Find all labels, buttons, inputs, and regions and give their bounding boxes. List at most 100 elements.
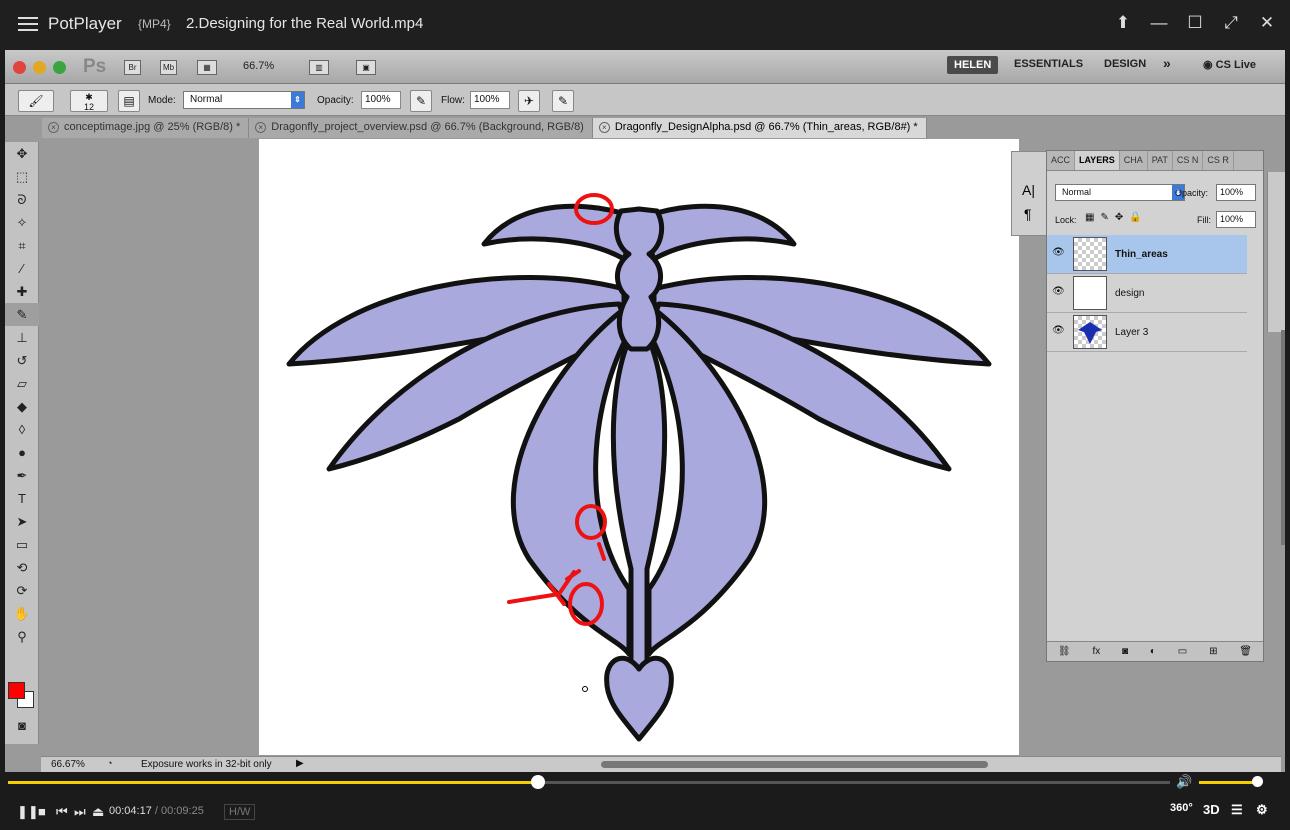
menu-icon[interactable] — [18, 14, 38, 34]
new-layer-icon[interactable]: ⊞ — [1209, 646, 1217, 657]
more-workspaces-icon[interactable]: » — [1163, 55, 1171, 71]
3d-button[interactable]: 3D — [1203, 802, 1220, 817]
seek-handle[interactable] — [530, 775, 545, 789]
new-group-icon[interactable]: ▭ — [1178, 646, 1187, 657]
path-select-tool-icon[interactable]: ➤ — [5, 510, 39, 533]
quick-mask-icon[interactable]: ◙ — [5, 714, 39, 737]
volume-handle[interactable] — [1251, 776, 1263, 787]
shape-tool-icon[interactable]: ▭ — [5, 533, 39, 556]
brush-panel-icon[interactable]: ▤ — [118, 90, 140, 112]
pen-tool-icon[interactable]: ✒ — [5, 464, 39, 487]
layer-opacity-input[interactable]: 100% — [1216, 184, 1256, 201]
horizontal-scrollbar[interactable] — [601, 761, 988, 768]
document-canvas[interactable] — [259, 139, 1019, 755]
status-zoom[interactable]: 66.67% — [51, 759, 85, 770]
playlist-icon[interactable]: ☰ — [1231, 802, 1243, 818]
layer-row[interactable]: 👁 Thin_areas — [1047, 235, 1247, 274]
close-tab-icon[interactable]: × — [48, 122, 59, 133]
minimize-icon[interactable]: — — [1148, 12, 1170, 34]
vertical-scrollbar[interactable] — [1281, 330, 1285, 545]
previous-icon[interactable]: ⏮ — [56, 804, 68, 820]
zoom-level[interactable]: 66.7% — [243, 60, 274, 72]
layer-row[interactable]: 👁 Layer 3 — [1047, 313, 1247, 352]
blur-tool-icon[interactable]: ◊ — [5, 418, 39, 441]
marquee-tool-icon[interactable]: ⬚ — [5, 165, 39, 188]
screen-mode-icon[interactable]: ▣ — [356, 60, 376, 75]
settings-gear-icon[interactable]: ⚙ — [1256, 802, 1268, 818]
flow-input[interactable]: 100% — [470, 91, 510, 109]
vr-360-button[interactable]: 360° — [1170, 802, 1193, 814]
status-menu-arrow-icon[interactable]: ▶ — [296, 758, 304, 769]
brush-preset-icon[interactable]: 🖌 — [18, 90, 54, 112]
paragraph-panel-icon[interactable]: ¶ — [1024, 206, 1048, 222]
foreground-color-swatch[interactable] — [8, 682, 25, 699]
adjustment-layer-icon[interactable]: ◐ — [1150, 646, 1156, 657]
tab-layers[interactable]: LAYERS — [1075, 151, 1120, 170]
hand-tool-icon[interactable]: ✋ — [5, 602, 39, 625]
clone-stamp-tool-icon[interactable]: ⊥ — [5, 326, 39, 349]
layer-mask-icon[interactable]: ◙ — [1122, 646, 1128, 657]
hardware-decode-badge[interactable]: H/W — [224, 804, 256, 820]
pin-icon[interactable]: ⬆ — [1112, 12, 1134, 34]
tab-cs-r[interactable]: CS R — [1203, 151, 1234, 170]
fill-input[interactable]: 100% — [1216, 211, 1256, 228]
airbrush-icon[interactable]: ✈ — [518, 90, 540, 112]
view-extras-icon[interactable]: ▦ — [197, 60, 217, 75]
brush-tool-icon[interactable]: ✎ — [5, 303, 39, 326]
stop-icon[interactable]: ■ — [38, 804, 46, 819]
pause-icon[interactable]: ❚❚ — [17, 804, 39, 820]
tab-cs-n[interactable]: CS N — [1173, 151, 1204, 170]
blend-mode-select[interactable]: Normal ⇕ — [1055, 184, 1185, 201]
mode-select[interactable]: Normal ⇕ — [183, 91, 305, 109]
visibility-eye-icon[interactable]: 👁 — [1052, 325, 1065, 336]
character-panel-icon[interactable]: A| — [1022, 182, 1048, 198]
eraser-tool-icon[interactable]: ▱ — [5, 372, 39, 395]
crop-tool-icon[interactable]: ⌗ — [5, 234, 39, 257]
workspace-helen[interactable]: HELEN — [947, 56, 999, 74]
tab-project-overview[interactable]: × Dragonfly_project_overview.psd @ 66.7% … — [249, 118, 593, 138]
workspace-design[interactable]: DESIGN — [1104, 58, 1146, 70]
brush-size-picker[interactable]: ✱ 12 — [70, 90, 108, 112]
eject-icon[interactable]: ⏏ — [92, 804, 104, 820]
type-tool-icon[interactable]: T — [5, 487, 39, 510]
seek-bar[interactable] — [8, 775, 1170, 789]
lasso-tool-icon[interactable]: ᘐ — [5, 188, 39, 211]
eyedropper-tool-icon[interactable]: ⁄ — [5, 257, 39, 280]
paint-bucket-tool-icon[interactable]: ◆ — [5, 395, 39, 418]
volume-icon[interactable]: 🔊 — [1176, 774, 1192, 790]
delete-layer-icon[interactable]: 🗑 — [1239, 646, 1252, 657]
3d-orbit-tool-icon[interactable]: ⟳ — [5, 579, 39, 602]
history-brush-tool-icon[interactable]: ↺ — [5, 349, 39, 372]
3d-rotate-tool-icon[interactable]: ⟲ — [5, 556, 39, 579]
close-icon[interactable]: ✕ — [1256, 12, 1278, 34]
volume-bar[interactable] — [1199, 776, 1263, 787]
next-icon[interactable]: ⏭ — [74, 804, 86, 820]
pressure-size-icon[interactable]: ✎ — [552, 90, 574, 112]
fullscreen-icon[interactable]: ⤢ — [1220, 12, 1242, 34]
tab-channels[interactable]: CHA — [1120, 151, 1148, 170]
visibility-eye-icon[interactable]: 👁 — [1052, 286, 1065, 297]
tab-acc[interactable]: ACC — [1047, 151, 1076, 170]
status-info-icon[interactable]: ◔ — [107, 758, 112, 768]
bridge-button[interactable]: Br — [124, 60, 141, 75]
close-dot-icon[interactable] — [13, 61, 26, 74]
workspace-essentials[interactable]: ESSENTIALS — [1014, 58, 1083, 70]
arrange-documents-icon[interactable]: ▥ — [309, 60, 329, 75]
tab-design-alpha[interactable]: × Dragonfly_DesignAlpha.psd @ 66.7% (Thin… — [592, 118, 927, 138]
close-tab-icon[interactable]: × — [598, 122, 610, 133]
lock-options[interactable]: ▦✎✥🔒 — [1085, 212, 1148, 223]
zoom-dot-icon[interactable] — [53, 61, 66, 74]
minibridge-button[interactable]: Mb — [160, 60, 177, 75]
tab-conceptimage[interactable]: × conceptimage.jpg @ 25% (RGB/8) * — [42, 118, 250, 138]
tab-paths[interactable]: PAT — [1148, 151, 1173, 170]
opacity-input[interactable]: 100% — [361, 91, 401, 109]
pressure-opacity-icon[interactable]: ✎ — [410, 90, 432, 112]
cs-live-button[interactable]: ◉ CS Live — [1203, 58, 1256, 71]
maximize-icon[interactable]: ☐ — [1184, 12, 1206, 34]
link-layers-icon[interactable]: ⛓ — [1058, 646, 1071, 657]
quick-select-tool-icon[interactable]: ✧ — [5, 211, 39, 234]
visibility-eye-icon[interactable]: 👁 — [1052, 247, 1065, 258]
move-tool-icon[interactable]: ✥ — [5, 142, 39, 165]
zoom-tool-icon[interactable]: ⚲ — [5, 625, 39, 648]
close-tab-icon[interactable]: × — [255, 122, 267, 133]
